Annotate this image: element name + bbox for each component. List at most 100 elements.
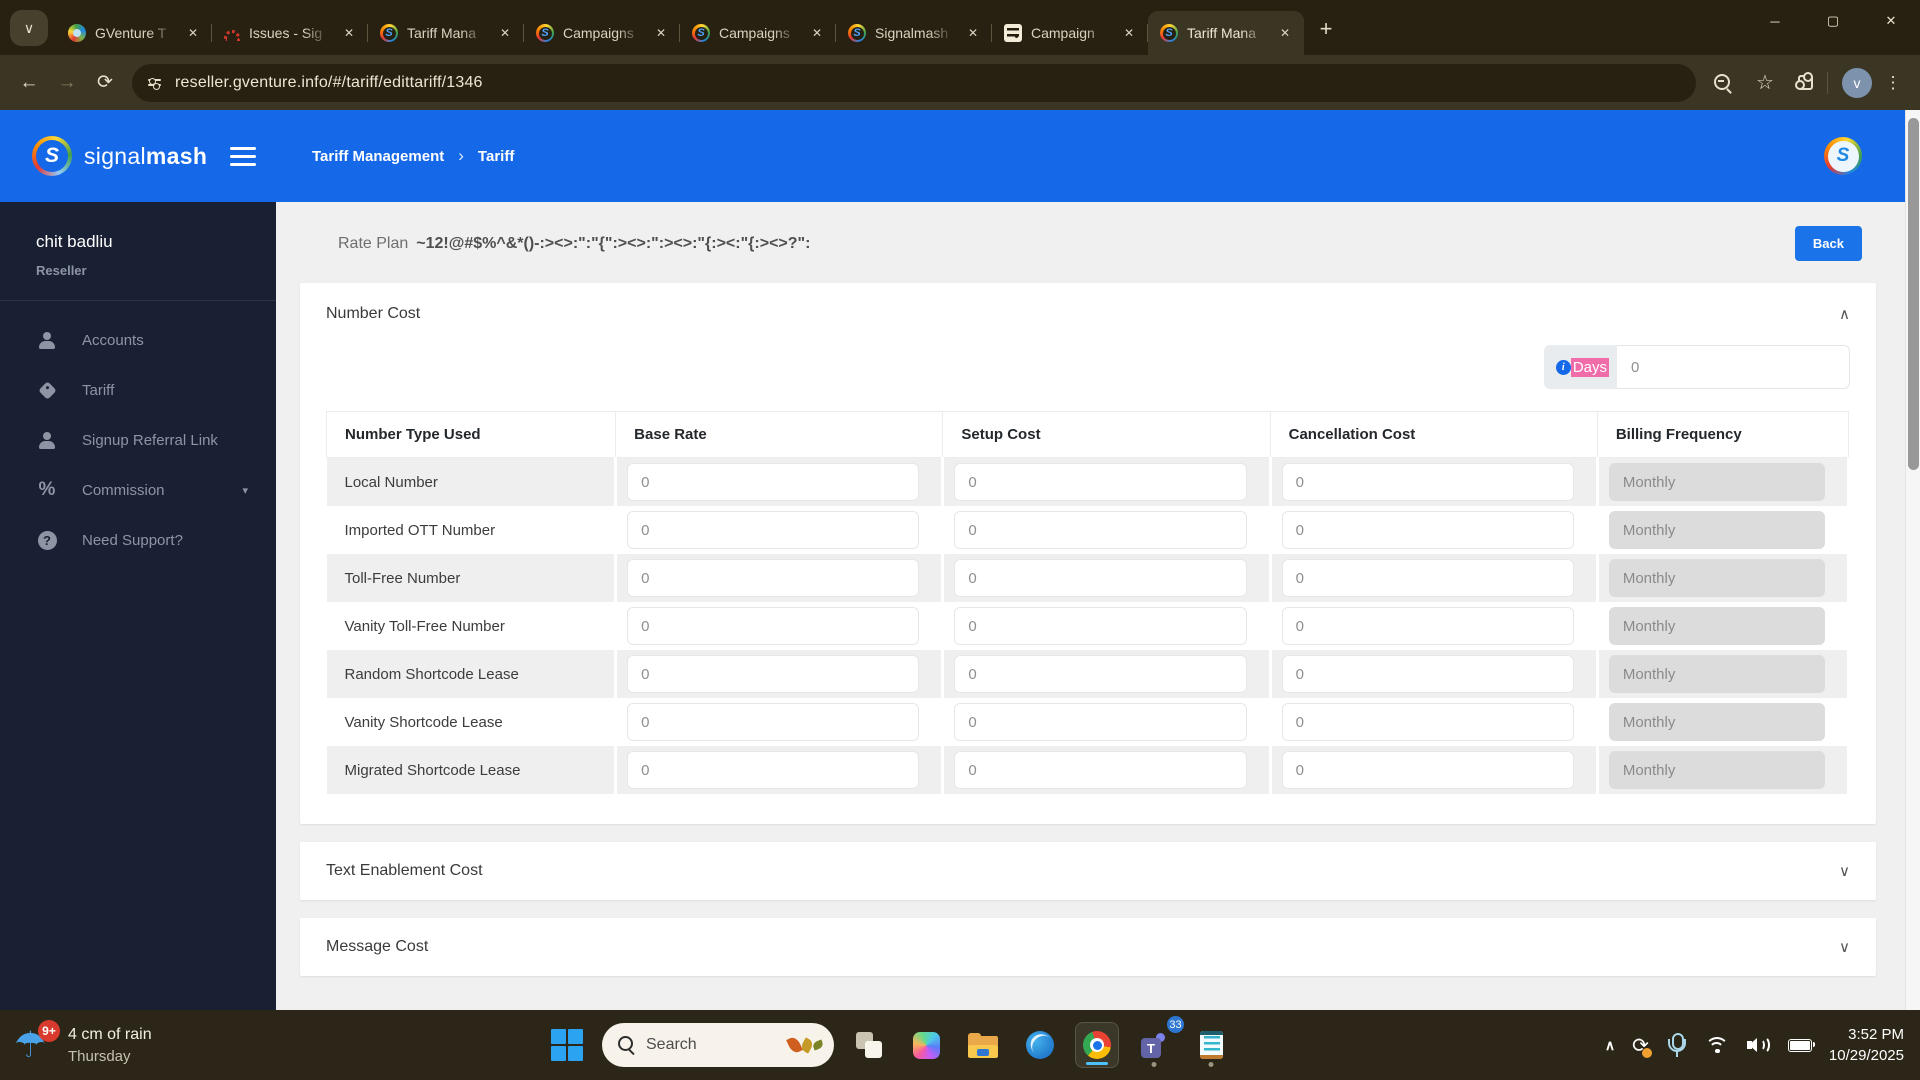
teams-button[interactable]: T 33 — [1132, 1014, 1186, 1068]
minimize-button[interactable]: ─ — [1746, 0, 1804, 42]
base-rate-input[interactable] — [627, 751, 920, 789]
base-rate-input[interactable] — [627, 559, 920, 597]
number-type-label: Migrated Shortcode Lease — [326, 746, 618, 794]
active-app-indicator — [1086, 1062, 1108, 1065]
sidebar-item-accounts[interactable]: Accounts — [0, 315, 276, 365]
battery-icon[interactable] — [1787, 1038, 1816, 1052]
sidebar-item-signup-referral-link[interactable]: Signup Referral Link — [0, 415, 276, 465]
setup-cost-input[interactable] — [954, 463, 1247, 501]
percent-icon: % — [38, 479, 56, 500]
scrollbar-thumb[interactable] — [1907, 118, 1919, 470]
browser-tab-active[interactable]: Tariff Mana ✕ — [1148, 11, 1304, 55]
message-cost-card[interactable]: Message Cost ∨ — [300, 918, 1876, 976]
cancellation-cost-input[interactable] — [1281, 703, 1574, 741]
start-button[interactable] — [545, 1022, 589, 1068]
notepad-button[interactable] — [1189, 1022, 1233, 1068]
speaker-icon[interactable] — [1746, 1035, 1771, 1055]
browser-tab[interactable]: Signalmash ✕ — [836, 11, 992, 55]
number-cost-header[interactable]: Number Cost ∧ — [300, 283, 1876, 331]
browser-tab[interactable]: Campaigns ✕ — [680, 11, 836, 55]
days-input[interactable] — [1617, 345, 1850, 389]
tab-close-icon[interactable]: ✕ — [182, 22, 204, 44]
profile-avatar[interactable]: v — [1842, 67, 1872, 98]
bookmark-star-icon[interactable]: ☆ — [1746, 64, 1784, 102]
setup-cost-input[interactable] — [954, 511, 1247, 549]
billing-frequency-input — [1608, 463, 1825, 501]
sidebar: signalmash chit badliu Reseller Accounts… — [0, 110, 276, 1010]
table-row: Migrated Shortcode Lease — [326, 746, 1851, 794]
browser-menu-icon[interactable]: ⋮ — [1876, 73, 1910, 93]
number-cost-table: Number Type Used Base Rate Setup Cost Cance… — [325, 411, 1851, 794]
task-view-button[interactable] — [847, 1022, 891, 1068]
base-rate-input[interactable] — [627, 703, 920, 741]
close-button[interactable]: ✕ — [1862, 0, 1920, 42]
breadcrumb-current: Tariff — [477, 147, 515, 165]
tab-close-icon[interactable]: ✕ — [1118, 22, 1140, 44]
tab-close-icon[interactable]: ✕ — [494, 22, 516, 44]
back-icon[interactable]: ← — [10, 64, 48, 102]
cancellation-cost-input[interactable] — [1281, 655, 1574, 693]
sidebar-item-tariff[interactable]: Tariff — [0, 365, 276, 415]
forward-icon[interactable]: → — [48, 64, 86, 102]
cancellation-cost-input[interactable] — [1281, 511, 1574, 549]
page-scrollbar[interactable] — [1905, 110, 1920, 1010]
base-rate-input[interactable] — [627, 607, 920, 645]
tab-close-icon[interactable]: ✕ — [338, 22, 360, 44]
browser-tab[interactable]: Tariff Mana ✕ — [368, 11, 524, 55]
sidebar-item-need-support[interactable]: ? Need Support? — [0, 515, 276, 565]
address-bar[interactable]: reseller.gventure.info/#/tariff/edittari… — [132, 63, 1696, 102]
base-rate-input[interactable] — [627, 463, 920, 501]
cancellation-cost-input[interactable] — [1281, 751, 1574, 789]
copilot-button[interactable] — [904, 1022, 948, 1068]
page: signalmash chit badliu Reseller Accounts… — [0, 110, 1920, 1010]
site-info-icon[interactable] — [148, 77, 161, 90]
back-button[interactable]: Back — [1794, 226, 1862, 261]
clock[interactable]: 3:52 PM 10/29/2025 — [1829, 1024, 1904, 1066]
sync-update-icon[interactable]: ⟳ — [1632, 1033, 1652, 1058]
thunderbird-button[interactable] — [1018, 1022, 1062, 1068]
breadcrumb-link[interactable]: Tariff Management — [312, 148, 444, 165]
new-tab-button[interactable]: + — [1310, 13, 1342, 45]
message-cost-title: Message Cost — [326, 938, 429, 955]
wifi-icon[interactable] — [1704, 1036, 1730, 1055]
taskbar-search[interactable]: Search — [602, 1023, 834, 1067]
chrome-button-active[interactable] — [1075, 1022, 1119, 1068]
sidebar-item-commission[interactable]: % Commission ▾ — [0, 465, 276, 515]
expand-chevron-down-icon[interactable]: ∨ — [1839, 862, 1850, 880]
tab-close-icon[interactable]: ✕ — [1274, 22, 1296, 44]
cancellation-cost-input[interactable] — [1281, 559, 1574, 597]
extensions-icon[interactable] — [1795, 72, 1813, 90]
weather-day: Thursday — [68, 1047, 131, 1065]
tab-close-icon[interactable]: ✕ — [650, 22, 672, 44]
setup-cost-input[interactable] — [954, 703, 1247, 741]
weather-widget[interactable]: ☂ 9+ 4 cm of rain Thursday — [0, 1020, 300, 1068]
reload-icon[interactable]: ⟳ — [86, 64, 124, 102]
collapse-chevron-up-icon[interactable]: ∧ — [1839, 305, 1850, 323]
maximize-button[interactable]: ▢ — [1804, 0, 1862, 42]
tab-close-icon[interactable]: ✕ — [806, 22, 828, 44]
browser-tab[interactable]: Issues - Sig ✕ — [212, 11, 368, 55]
setup-cost-input[interactable] — [954, 655, 1247, 693]
microphone-icon[interactable] — [1666, 1033, 1688, 1057]
caret-down-icon: ▾ — [242, 484, 248, 497]
text-enablement-card[interactable]: Text Enablement Cost ∨ — [300, 842, 1876, 900]
info-icon[interactable]: i — [1555, 359, 1571, 375]
browser-tab[interactable]: Campaigns ✕ — [524, 11, 680, 55]
cancellation-cost-input[interactable] — [1281, 463, 1574, 501]
tray-chevron-up-icon[interactable]: ∧ — [1605, 1037, 1615, 1054]
base-rate-input[interactable] — [627, 511, 920, 549]
setup-cost-input[interactable] — [954, 751, 1247, 789]
hamburger-menu-icon[interactable] — [230, 146, 256, 166]
browser-tab[interactable]: GVenture T ✕ — [56, 11, 212, 55]
browser-tab[interactable]: Campaign ✕ — [992, 11, 1148, 55]
setup-cost-input[interactable] — [954, 559, 1247, 597]
url-text[interactable]: reseller.gventure.info/#/tariff/edittari… — [175, 74, 483, 92]
zoom-out-icon[interactable] — [1704, 64, 1742, 102]
cancellation-cost-input[interactable] — [1281, 607, 1574, 645]
base-rate-input[interactable] — [627, 655, 920, 693]
file-explorer-button[interactable] — [961, 1022, 1005, 1068]
tab-close-icon[interactable]: ✕ — [962, 22, 984, 44]
setup-cost-input[interactable] — [954, 607, 1247, 645]
expand-chevron-down-icon[interactable]: ∨ — [1839, 938, 1850, 956]
tab-search-button[interactable]: ∨ — [10, 10, 48, 46]
